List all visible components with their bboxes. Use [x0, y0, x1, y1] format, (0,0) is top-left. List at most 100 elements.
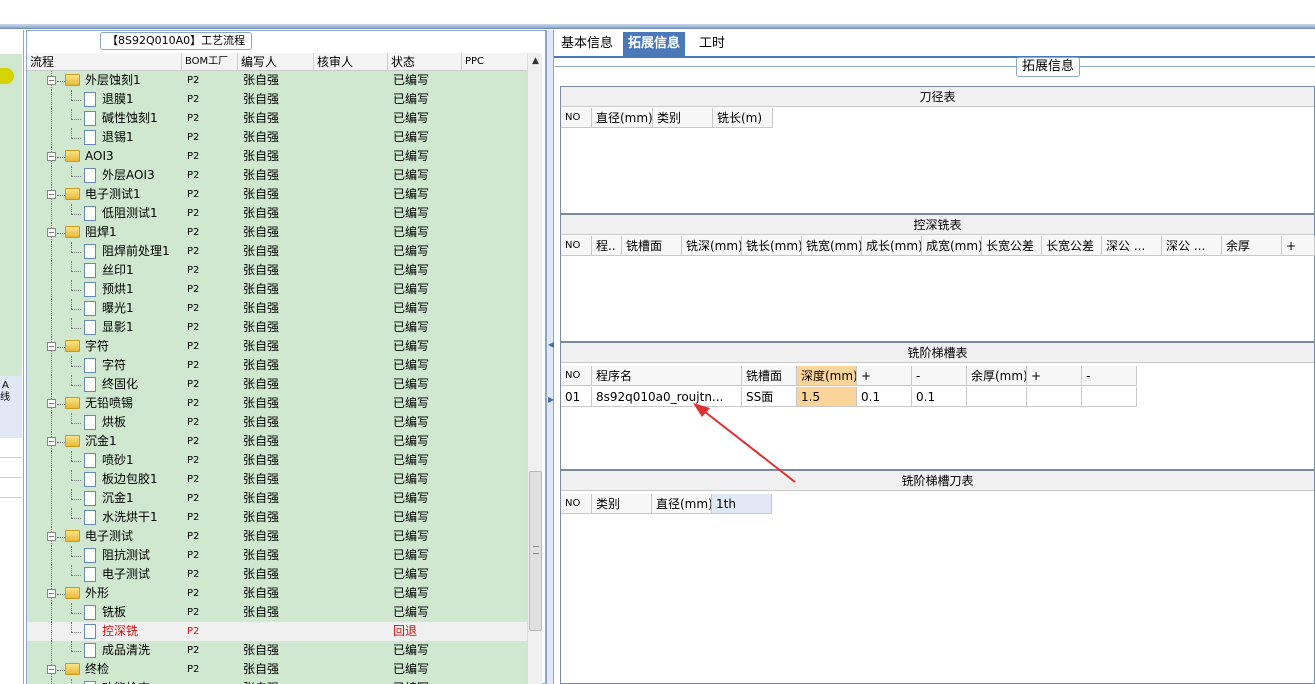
vertical-splitter[interactable]: ◀ ▶ — [546, 30, 554, 684]
col-header-reviewer[interactable]: 核审人 — [314, 53, 388, 71]
cell-minus[interactable]: 0.1 — [912, 387, 967, 407]
tree-row[interactable]: 显影1 P2 张自强 已编写 — [27, 318, 527, 337]
tree-row[interactable]: − 电子测试 P2 张自强 已编写 — [27, 527, 527, 546]
col-plus[interactable]: + — [857, 366, 912, 386]
tree-row[interactable]: 铣板 P2 张自强 已编写 — [27, 603, 527, 622]
collapse-toggle-icon[interactable]: − — [47, 399, 56, 408]
col-no[interactable]: NO — [561, 494, 592, 514]
col-header-bom[interactable]: BOM工厂 — [182, 53, 238, 71]
col-header-flow[interactable]: 流程 — [27, 53, 182, 71]
collapse-toggle-icon[interactable]: − — [47, 342, 56, 351]
col-program[interactable]: 程.. — [592, 236, 622, 256]
col-lw-tolerance-1[interactable]: 长宽公差 — [982, 236, 1042, 256]
col-header-author[interactable]: 编写人 — [238, 53, 314, 71]
col-depth-tol-1[interactable]: 深公 ... — [1102, 236, 1162, 256]
tree-row[interactable]: 外层AOI3 P2 张自强 已编写 — [27, 166, 527, 185]
col-mill-length[interactable]: 铣长(mm) — [742, 236, 802, 256]
tree-row[interactable]: − 外层蚀刻1 P2 张自强 已编写 — [27, 71, 527, 90]
col-remaining-thickness[interactable]: 余厚 — [1222, 236, 1282, 256]
tree-row[interactable]: − AOI3 P2 张自强 已编写 — [27, 147, 527, 166]
tree-row[interactable]: 碱性蚀刻1 P2 张自强 已编写 — [27, 109, 527, 128]
col-mill-width[interactable]: 铣宽(mm) — [802, 236, 862, 256]
col-diameter[interactable]: 直径(mm) — [652, 494, 712, 514]
tree-row[interactable]: − 阻焊1 P2 张自强 已编写 — [27, 223, 527, 242]
tree-row[interactable]: 成品清洗 P2 张自强 已编写 — [27, 641, 527, 660]
tree-row[interactable]: 烘板 P2 张自强 已编写 — [27, 413, 527, 432]
tree-row[interactable]: 终固化 P2 张自强 已编写 — [27, 375, 527, 394]
tree-row[interactable]: 沉金1 P2 张自强 已编写 — [27, 489, 527, 508]
cell-minus-2[interactable] — [1082, 387, 1137, 407]
tree-row-name: 控深铣 — [102, 624, 139, 638]
col-category[interactable]: 类别 — [592, 494, 652, 514]
tree-row[interactable]: − 沉金1 P2 张自强 已编写 — [27, 432, 527, 451]
col-program-name[interactable]: 程序名 — [592, 366, 742, 386]
collapse-toggle-icon[interactable]: − — [47, 152, 56, 161]
tree-row[interactable]: 退膜1 P2 张自强 已编写 — [27, 90, 527, 109]
tree-row[interactable]: 板边包胶1 P2 张自强 已编写 — [27, 470, 527, 489]
tree-row[interactable]: − 电子测试1 P2 张自强 已编写 — [27, 185, 527, 204]
tree-row[interactable]: 功能检查 P2 张自强 已编写 — [27, 679, 527, 684]
tab-basic-info[interactable]: 基本信息 — [556, 32, 618, 58]
tree-row[interactable]: 低阻测试1 P2 张自强 已编写 — [27, 204, 527, 223]
tree-row[interactable]: 丝印1 P2 张自强 已编写 — [27, 261, 527, 280]
cell-plus-2[interactable] — [1027, 387, 1082, 407]
collapse-toggle-icon[interactable]: − — [47, 437, 56, 446]
col-mill-length[interactable]: 铣长(m) — [713, 108, 773, 128]
col-remaining-thickness[interactable]: 余厚(mm) — [967, 366, 1027, 386]
tree-row[interactable]: 电子测试 P2 张自强 已编写 — [27, 565, 527, 584]
col-final-width[interactable]: 成宽(mm) — [922, 236, 982, 256]
collapse-toggle-icon[interactable]: − — [47, 589, 56, 598]
tree-row-name: 成品清洗 — [102, 643, 151, 657]
scroll-up-icon[interactable]: ▲ — [528, 53, 543, 69]
col-plus-2[interactable]: + — [1027, 366, 1082, 386]
tree-row[interactable]: 曝光1 P2 张自强 已编写 — [27, 299, 527, 318]
collapse-toggle-icon[interactable]: − — [47, 532, 56, 541]
tree-row[interactable]: − 无铅喷锡 P2 张自强 已编写 — [27, 394, 527, 413]
col-category[interactable]: 类别 — [653, 108, 713, 128]
col-depth[interactable]: 深度(mm) — [797, 366, 857, 386]
tree-row[interactable]: 字符 P2 张自强 已编写 — [27, 356, 527, 375]
col-slot-face[interactable]: 铣槽面 — [622, 236, 682, 256]
tree-row[interactable]: − 终检 P2 张自强 已编写 — [27, 660, 527, 679]
col-slot-face[interactable]: 铣槽面 — [742, 366, 797, 386]
collapse-toggle-icon[interactable]: − — [47, 190, 56, 199]
col-minus-2[interactable]: - — [1082, 366, 1137, 386]
document-icon — [84, 624, 96, 639]
scrollbar-thumb[interactable] — [529, 471, 542, 631]
col-depth-tol-2[interactable]: 深公 ... — [1162, 236, 1222, 256]
tree-row[interactable]: 阻抗测试 P2 张自强 已编写 — [27, 546, 527, 565]
col-plus[interactable]: + — [1282, 236, 1315, 256]
top-splitter-bar[interactable] — [0, 24, 1315, 29]
cell-plus[interactable]: 0.1 — [857, 387, 912, 407]
tab-work-hours[interactable]: 工时 — [694, 32, 730, 58]
col-no[interactable]: NO — [561, 366, 592, 386]
col-minus[interactable]: - — [912, 366, 967, 386]
collapse-toggle-icon[interactable]: − — [47, 665, 56, 674]
col-mill-depth[interactable]: 铣深(mm) — [682, 236, 742, 256]
col-diameter[interactable]: 直径(mm) — [592, 108, 653, 128]
tree-row[interactable]: − 外形 P2 张自强 已编写 — [27, 584, 527, 603]
col-final-length[interactable]: 成长(mm) — [862, 236, 922, 256]
tree-row-bom: P2 — [187, 170, 200, 181]
tree-row-name: 无铅喷锡 — [85, 396, 134, 410]
tree-row[interactable]: 水洗烘干1 P2 张自强 已编写 — [27, 508, 527, 527]
cell-no[interactable]: 01 — [561, 387, 592, 407]
col-header-status[interactable]: 状态 — [388, 53, 462, 71]
collapse-toggle-icon[interactable]: − — [47, 76, 56, 85]
cell-remaining-thickness[interactable] — [967, 387, 1027, 407]
process-tree-scrollbar[interactable]: ▲ — [527, 53, 542, 684]
col-no[interactable]: NO — [561, 236, 592, 256]
collapse-toggle-icon[interactable]: − — [47, 228, 56, 237]
col-no[interactable]: NO — [561, 108, 592, 128]
tree-row[interactable]: 退锡1 P2 张自强 已编写 — [27, 128, 527, 147]
col-lw-tolerance-2[interactable]: 长宽公差 — [1042, 236, 1102, 256]
cell-depth[interactable]: 1.5 — [797, 387, 857, 407]
folder-icon — [65, 188, 80, 200]
tree-row[interactable]: 喷砂1 P2 张自强 已编写 — [27, 451, 527, 470]
tree-row[interactable]: 预烘1 P2 张自强 已编写 — [27, 280, 527, 299]
tree-row[interactable]: 阻焊前处理1 P2 张自强 已编写 — [27, 242, 527, 261]
tree-row[interactable]: − 字符 P2 张自强 已编写 — [27, 337, 527, 356]
tree-row[interactable]: 控深铣 P2 回退 — [27, 622, 527, 641]
col-1th[interactable]: 1th — [712, 494, 772, 514]
tab-ext-info[interactable]: 拓展信息 — [623, 32, 686, 58]
